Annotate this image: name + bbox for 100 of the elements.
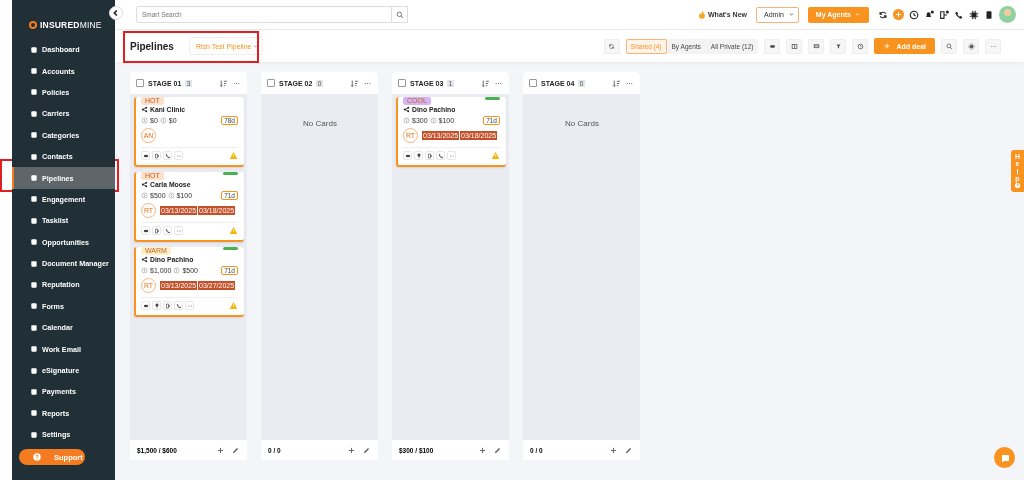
coin-icon: [403, 117, 410, 124]
refresh-button[interactable]: [603, 38, 620, 54]
sort-icon[interactable]: [219, 78, 228, 88]
sort-icon[interactable]: [612, 78, 621, 88]
columns-icon: [790, 42, 798, 50]
square-icon: [30, 109, 38, 118]
search-button[interactable]: [941, 38, 957, 54]
coin-icon: [429, 117, 437, 124]
square-icon: [30, 281, 38, 289]
settings-icon: [967, 42, 975, 50]
square-icon: [30, 409, 38, 418]
chip-icon[interactable]: [969, 9, 979, 20]
filter-button[interactable]: [830, 38, 847, 54]
checkbox[interactable]: [529, 79, 537, 87]
filter-icon: [834, 42, 842, 50]
phone-button[interactable]: [163, 226, 172, 235]
share-icon: [141, 256, 148, 263]
square-icon: [30, 366, 38, 375]
settings-button[interactable]: [963, 38, 979, 54]
exit-icon[interactable]: [939, 9, 949, 20]
pin-icon: [153, 302, 160, 309]
phone-icon: [175, 302, 182, 309]
square-icon: [30, 238, 38, 247]
clock-icon[interactable]: [909, 9, 919, 20]
plus-icon[interactable]: [478, 445, 487, 455]
page-title: Pipelines: [130, 40, 174, 52]
pencil-icon[interactable]: [493, 445, 502, 455]
plus-icon: [894, 10, 903, 19]
exit-button[interactable]: [152, 151, 161, 160]
flame-icon: [697, 9, 707, 20]
eye-icon: [404, 152, 411, 159]
collapse-button[interactable]: [109, 6, 123, 20]
caret-icon: [252, 42, 260, 50]
refresh-icon[interactable]: [878, 9, 888, 20]
search-icon: [945, 42, 953, 50]
bell-icon[interactable]: [924, 9, 934, 20]
caret-icon: [854, 11, 861, 18]
refresh-icon: [608, 42, 616, 50]
sort-icon[interactable]: [350, 78, 359, 88]
eye-button[interactable]: [403, 151, 412, 160]
pin-icon: [415, 152, 422, 159]
coin-icon: [141, 192, 148, 199]
coin-icon: [141, 267, 148, 274]
phone-button[interactable]: [436, 151, 445, 160]
square-icon: [30, 131, 38, 140]
phone-icon: [164, 152, 171, 159]
columns-button[interactable]: [786, 38, 803, 54]
plus-icon[interactable]: [216, 445, 225, 455]
pin-button[interactable]: [414, 151, 423, 160]
layout-icon: [812, 42, 820, 50]
history-button[interactable]: [852, 38, 869, 54]
plus-icon[interactable]: [347, 445, 356, 455]
checkbox[interactable]: [398, 79, 406, 87]
share-icon: [141, 106, 148, 113]
layout-button[interactable]: [808, 38, 825, 54]
search-button[interactable]: [392, 6, 408, 23]
square-icon: [30, 45, 38, 54]
phone-button[interactable]: [163, 151, 172, 160]
exit-button[interactable]: [425, 151, 434, 160]
square-icon: [30, 259, 38, 268]
square-icon: [30, 88, 38, 97]
share-icon: [403, 106, 410, 113]
square-icon: [30, 387, 38, 396]
history-icon: [856, 42, 864, 50]
exit-icon: [153, 152, 160, 159]
square-icon: [30, 216, 38, 225]
square-icon: [30, 345, 38, 354]
coin-icon: [141, 117, 148, 124]
checkbox[interactable]: [136, 79, 144, 87]
logo-icon: [29, 20, 37, 29]
checkbox[interactable]: [267, 79, 275, 87]
exit-icon: [164, 302, 171, 309]
eye-icon: [142, 227, 149, 234]
add-button[interactable]: [893, 9, 904, 20]
eye-button[interactable]: [141, 301, 150, 310]
square-icon: [30, 67, 38, 76]
sort-icon[interactable]: [481, 78, 490, 88]
document-icon[interactable]: [984, 9, 994, 20]
eye-button[interactable]: [141, 151, 150, 160]
pencil-icon[interactable]: [231, 445, 240, 455]
help-icon: [32, 452, 42, 463]
square-icon: [30, 302, 38, 311]
plus-icon[interactable]: [609, 445, 618, 455]
exit-button[interactable]: [152, 226, 161, 235]
eye-icon: [142, 152, 149, 159]
help-icon: [1014, 182, 1021, 190]
exit-icon: [426, 152, 433, 159]
pencil-icon[interactable]: [362, 445, 371, 455]
empty-message: No Cards: [564, 119, 600, 128]
phone-button[interactable]: [174, 301, 183, 310]
logo-text: INSUREDMINE: [40, 19, 102, 30]
square-icon: [30, 195, 38, 204]
pencil-icon[interactable]: [624, 445, 633, 455]
exit-icon: [153, 227, 160, 234]
view-button[interactable]: [764, 38, 781, 54]
phone-icon[interactable]: [954, 9, 964, 20]
exit-button[interactable]: [163, 301, 172, 310]
square-icon: [30, 430, 38, 439]
pin-button[interactable]: [152, 301, 161, 310]
eye-button[interactable]: [141, 226, 150, 235]
